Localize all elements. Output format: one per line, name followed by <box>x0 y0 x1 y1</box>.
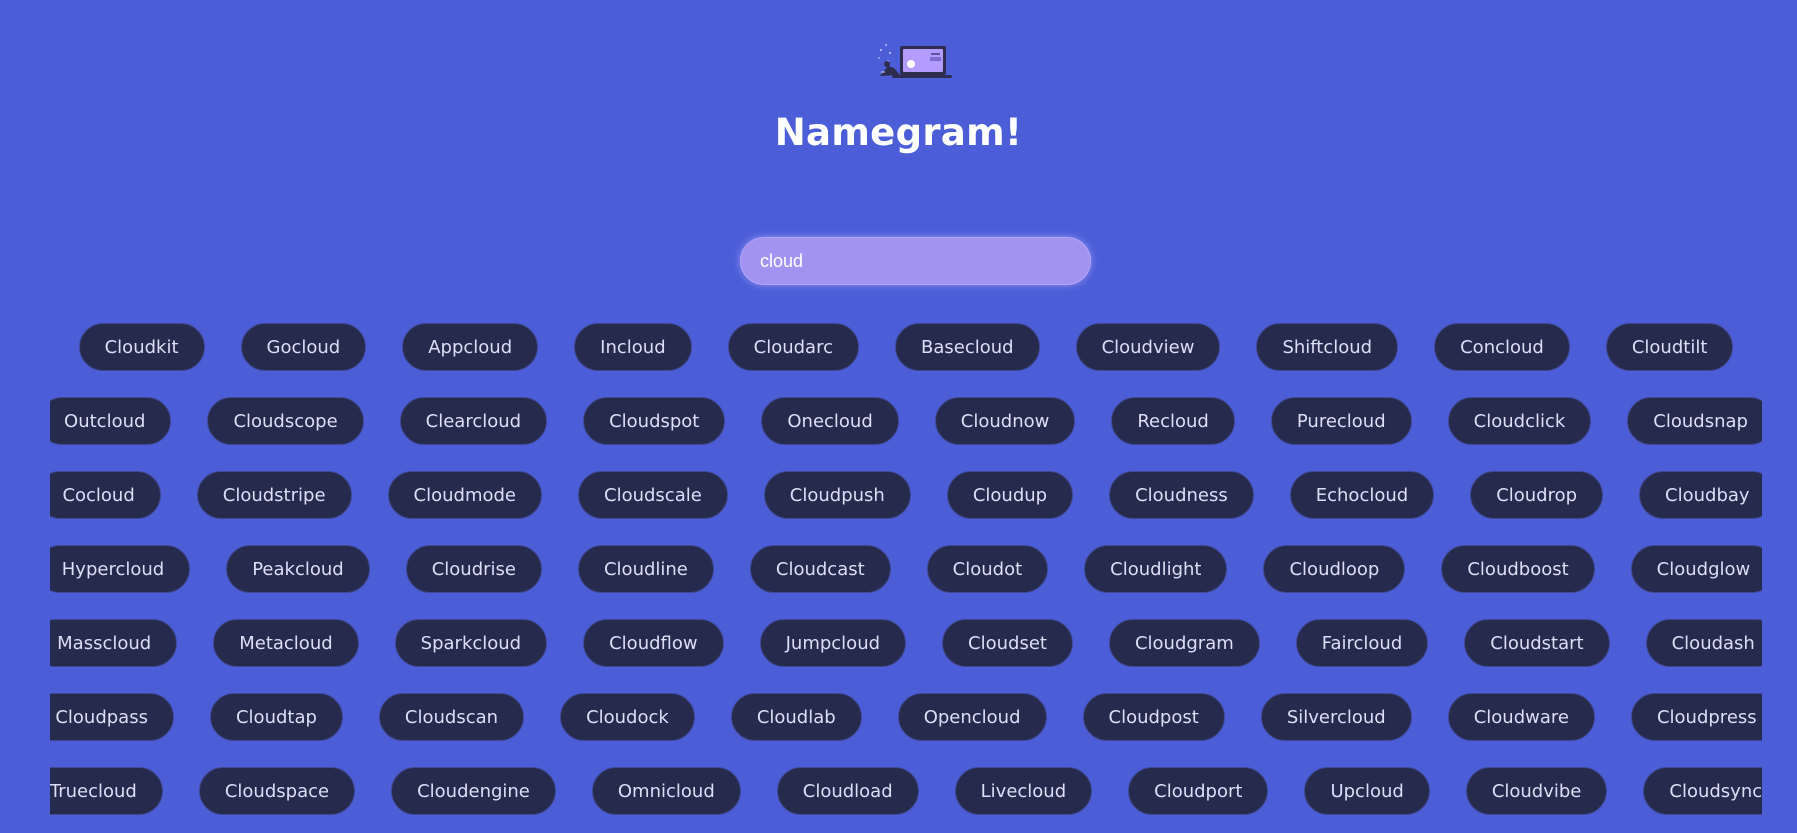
name-chip[interactable]: Cloudware <box>1447 693 1595 741</box>
name-chip[interactable]: Cloudset <box>942 619 1073 667</box>
name-chip[interactable]: Cloudpost <box>1082 693 1225 741</box>
name-chip[interactable]: Cloudpass <box>50 693 174 741</box>
name-chip[interactable]: Cloudash <box>1645 619 1762 667</box>
results-row: Cloudkit Gocloud Appcloud Incloud Cloudarc Ba… <box>50 323 1762 397</box>
name-chip[interactable]: Cloudport <box>1128 767 1269 815</box>
name-chip[interactable]: Sparkcloud <box>394 619 548 667</box>
name-chip[interactable]: Cloudtilt <box>1605 323 1734 371</box>
name-chip[interactable]: Cloudvibe <box>1465 767 1608 815</box>
name-results-list: Cloudkit Gocloud Appcloud Incloud Cloudarc Ba… <box>50 323 1762 833</box>
name-chip[interactable]: Metacloud <box>213 619 359 667</box>
name-chip[interactable]: Opencloud <box>897 693 1047 741</box>
name-chip[interactable]: Cloudscan <box>378 693 525 741</box>
search-input[interactable] <box>740 237 1091 285</box>
name-chip[interactable]: Cloudnow <box>934 397 1076 445</box>
name-chip[interactable]: Cloudscale <box>578 471 728 519</box>
name-chip[interactable]: Cloudrise <box>405 545 542 593</box>
name-chip[interactable]: Echocloud <box>1289 471 1435 519</box>
name-chip[interactable]: Cloudflow <box>583 619 724 667</box>
name-chip[interactable]: Cloudglow <box>1630 545 1762 593</box>
name-chip[interactable]: Hypercloud <box>50 545 191 593</box>
name-chip[interactable]: Cloudlight <box>1084 545 1228 593</box>
name-chip[interactable]: Cloudload <box>776 767 919 815</box>
name-chip[interactable]: Cloudline <box>577 545 714 593</box>
name-chip[interactable]: Shiftcloud <box>1256 323 1399 371</box>
results-row: Cocloud Cloudstripe Cloudmode Cloudscale Clo… <box>50 471 1762 545</box>
laptop-illustration-icon <box>878 44 952 78</box>
name-chip[interactable]: Cloudup <box>946 471 1074 519</box>
name-chip[interactable]: Cloudspot <box>583 397 726 445</box>
name-chip[interactable]: Cloudsync <box>1643 767 1762 815</box>
name-chip[interactable]: Omnicloud <box>591 767 741 815</box>
name-chip[interactable]: Cloudview <box>1075 323 1221 371</box>
name-chip[interactable]: Peakcloud <box>226 545 370 593</box>
results-row: Hypercloud Peakcloud Cloudrise Cloudline Clo… <box>50 545 1762 619</box>
name-chip[interactable]: Outcloud <box>50 397 172 445</box>
results-row: Masscloud Metacloud Sparkcloud Cloudflow Jum… <box>50 619 1762 693</box>
name-chip[interactable]: Cloudmode <box>387 471 542 519</box>
name-chip[interactable]: Purecloud <box>1270 397 1412 445</box>
name-chip[interactable]: Onecloud <box>761 397 899 445</box>
name-chip[interactable]: Cloudrop <box>1470 471 1604 519</box>
name-chip[interactable]: Recloud <box>1111 397 1235 445</box>
name-chip[interactable]: Livecloud <box>954 767 1093 815</box>
name-chip[interactable]: Cloudscope <box>207 397 364 445</box>
name-chip[interactable]: Appcloud <box>402 323 539 371</box>
name-chip[interactable]: Faircloud <box>1295 619 1429 667</box>
name-chip[interactable]: Silvercloud <box>1260 693 1412 741</box>
name-chip[interactable]: Cloudclick <box>1447 397 1592 445</box>
name-chip[interactable]: Cloudbay <box>1639 471 1762 519</box>
name-chip[interactable]: Cloudspace <box>198 767 356 815</box>
name-chip[interactable]: Upcloud <box>1304 767 1430 815</box>
name-chip[interactable]: Concloud <box>1434 323 1570 371</box>
name-chip[interactable]: Basecloud <box>894 323 1040 371</box>
name-chip[interactable]: Cloudpush <box>763 471 911 519</box>
name-chip[interactable]: Cloudstripe <box>196 471 352 519</box>
name-chip[interactable]: Clearcloud <box>399 397 548 445</box>
name-chip[interactable]: Jumpcloud <box>759 619 907 667</box>
results-row: Truecloud Cloudspace Cloudengine Omnicloud C… <box>50 767 1762 833</box>
results-row: Outcloud Cloudscope Clearcloud Cloudspot One… <box>50 397 1762 471</box>
page-title: Namegram! <box>774 111 1023 154</box>
name-chip[interactable]: Cocloud <box>50 471 161 519</box>
name-chip[interactable]: Cloudkit <box>78 323 205 371</box>
name-chip[interactable]: Cloudarc <box>727 323 859 371</box>
name-chip[interactable]: Cloudstart <box>1464 619 1610 667</box>
name-chip[interactable]: Cloudgram <box>1108 619 1260 667</box>
name-chip[interactable]: Cloudtap <box>209 693 343 741</box>
name-chip[interactable]: Cloudness <box>1109 471 1254 519</box>
results-row: Cloudpass Cloudtap Cloudscan Cloudock Cloudl… <box>50 693 1762 767</box>
name-chip[interactable]: Cloudsnap <box>1627 397 1762 445</box>
name-chip[interactable]: Incloud <box>574 323 692 371</box>
name-chip[interactable]: Masscloud <box>50 619 178 667</box>
name-chip[interactable]: Gocloud <box>240 323 367 371</box>
name-chip[interactable]: Cloudengine <box>391 767 556 815</box>
name-chip[interactable]: Cloudock <box>560 693 695 741</box>
name-chip[interactable]: Cloudot <box>926 545 1049 593</box>
name-chip[interactable]: Cloudpress <box>1630 693 1762 741</box>
name-chip[interactable]: Cloudboost <box>1441 545 1595 593</box>
name-chip[interactable]: Cloudcast <box>749 545 891 593</box>
name-chip[interactable]: Truecloud <box>50 767 163 815</box>
name-chip[interactable]: Cloudlab <box>730 693 862 741</box>
name-chip[interactable]: Cloudloop <box>1263 545 1406 593</box>
